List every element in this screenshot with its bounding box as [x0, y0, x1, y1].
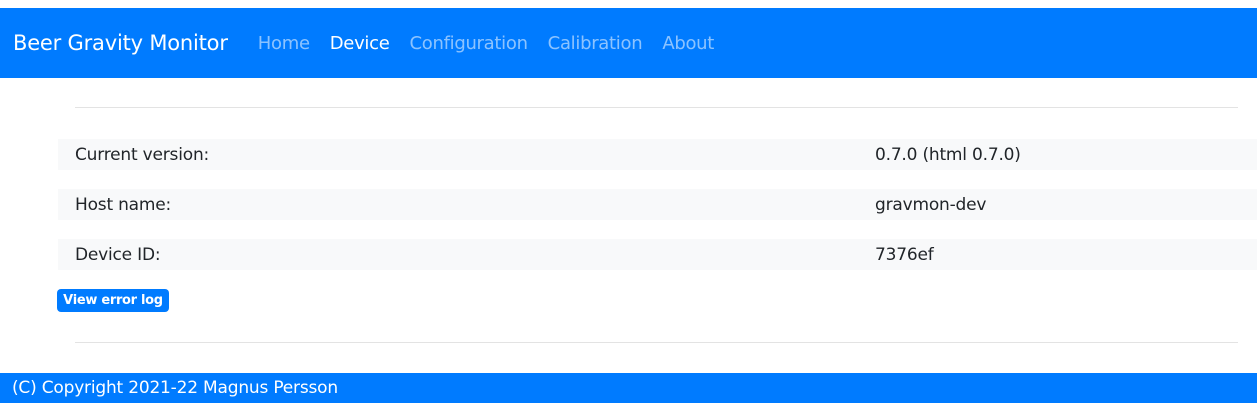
- nav-menu: Home Device Configuration Calibration Ab…: [248, 33, 724, 54]
- brand-logo-text[interactable]: Beer Gravity Monitor: [13, 32, 228, 54]
- nav-item-about[interactable]: About: [652, 33, 724, 54]
- footer: (C) Copyright 2021-22 Magnus Persson: [0, 373, 1257, 403]
- nav-item-configuration[interactable]: Configuration: [400, 33, 538, 54]
- nav-item-calibration[interactable]: Calibration: [538, 33, 653, 54]
- top-navbar: Beer Gravity Monitor Home Device Configu…: [0, 8, 1257, 78]
- view-error-log-button[interactable]: View error log: [57, 289, 169, 312]
- info-row-hostname: Host name: gravmon-dev: [58, 189, 1257, 220]
- info-label: Host name:: [75, 195, 172, 215]
- info-value: gravmon-dev: [875, 195, 987, 215]
- info-label: Current version:: [75, 145, 210, 165]
- info-label: Device ID:: [75, 245, 161, 265]
- info-row-version: Current version: 0.7.0 (html 0.7.0): [58, 139, 1257, 170]
- info-row-device-id: Device ID: 7376ef: [58, 239, 1257, 270]
- info-value: 7376ef: [875, 245, 934, 265]
- copyright-text: (C) Copyright 2021-22 Magnus Persson: [12, 378, 338, 398]
- top-divider: [75, 107, 1238, 108]
- nav-item-device[interactable]: Device: [320, 33, 400, 54]
- bottom-divider: [75, 342, 1238, 343]
- info-value: 0.7.0 (html 0.7.0): [875, 145, 1021, 165]
- nav-item-home[interactable]: Home: [248, 33, 320, 54]
